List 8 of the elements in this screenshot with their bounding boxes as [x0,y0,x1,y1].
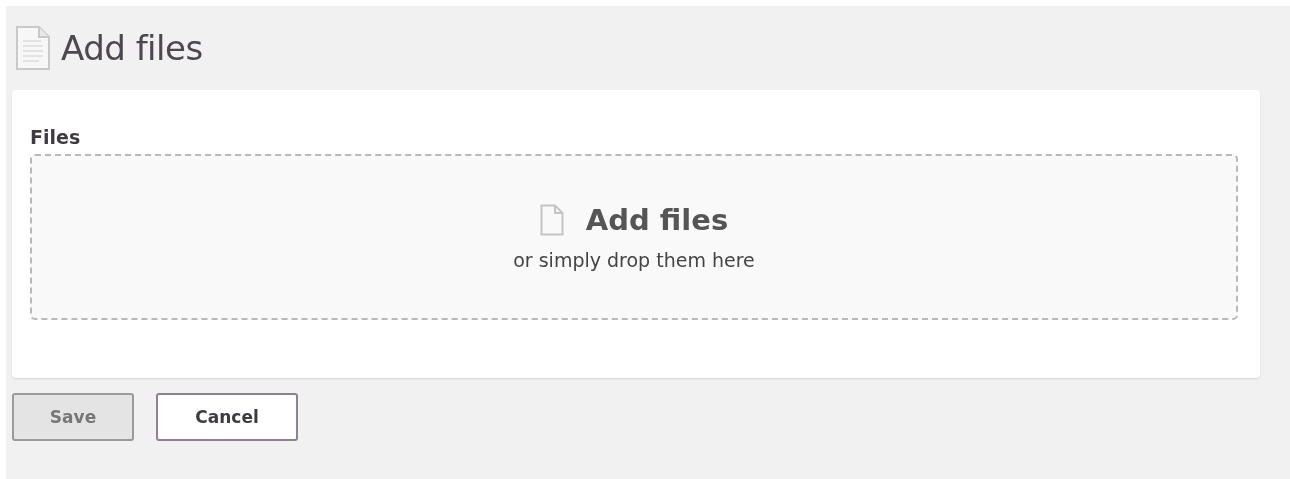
field-label: Files [30,126,81,148]
file-dropzone[interactable]: Add files or simply drop them here [30,154,1238,320]
file-icon [539,204,564,236]
cancel-button[interactable]: Cancel [156,393,298,441]
dropzone-hint: or simply drop them here [513,249,755,271]
page-title: Add files [61,28,203,68]
dropzone-title: Add files [585,203,729,237]
document-icon [15,25,51,71]
